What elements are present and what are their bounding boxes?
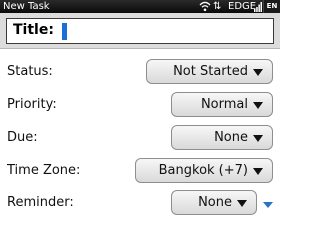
- status-dropdown[interactable]: Not Started: [146, 59, 273, 84]
- title-area: Title:: [0, 13, 280, 49]
- status-row: Status: Not Started: [0, 55, 280, 88]
- status-value: Not Started: [173, 64, 248, 79]
- priority-dropdown[interactable]: Normal: [171, 92, 273, 117]
- time-zone-row: Time Zone: Bangkok (+7): [0, 154, 280, 187]
- reminder-value: None: [198, 195, 232, 210]
- text-cursor: [62, 23, 67, 40]
- reminder-dropdown[interactable]: None: [171, 190, 257, 215]
- title-label: Title:: [13, 22, 54, 38]
- due-value: None: [214, 130, 248, 145]
- status-label: Status:: [7, 64, 53, 79]
- chevron-down-icon: [253, 102, 263, 109]
- priority-value: Normal: [200, 97, 248, 112]
- time-zone-value: Bangkok (+7): [158, 163, 248, 178]
- due-label: Due:: [7, 130, 38, 145]
- reminder-label: Reminder:: [7, 195, 74, 210]
- status-bar: New Task ⇅ EDGE EN: [0, 0, 280, 13]
- scroll-down-icon: [263, 202, 273, 208]
- app-title: New Task: [3, 1, 50, 12]
- reminder-row: Reminder: None: [0, 186, 280, 219]
- network-type: EDGE: [228, 1, 257, 12]
- chevron-down-icon: [237, 200, 247, 207]
- priority-row: Priority: Normal: [0, 88, 280, 121]
- time-zone-label: Time Zone:: [7, 163, 81, 178]
- title-input[interactable]: Title:: [6, 18, 274, 44]
- chevron-down-icon: [253, 168, 263, 175]
- due-row: Due: None: [0, 121, 280, 154]
- wifi-icon: [199, 1, 211, 12]
- input-language-indicator[interactable]: EN: [263, 0, 280, 13]
- chevron-down-icon: [253, 135, 263, 142]
- network-indicator-icon: ⇅: [213, 1, 222, 12]
- time-zone-dropdown[interactable]: Bangkok (+7): [135, 158, 273, 183]
- due-dropdown[interactable]: None: [171, 125, 273, 150]
- priority-label: Priority:: [7, 97, 57, 112]
- signal-bars-icon: [254, 2, 262, 12]
- chevron-down-icon: [253, 69, 263, 76]
